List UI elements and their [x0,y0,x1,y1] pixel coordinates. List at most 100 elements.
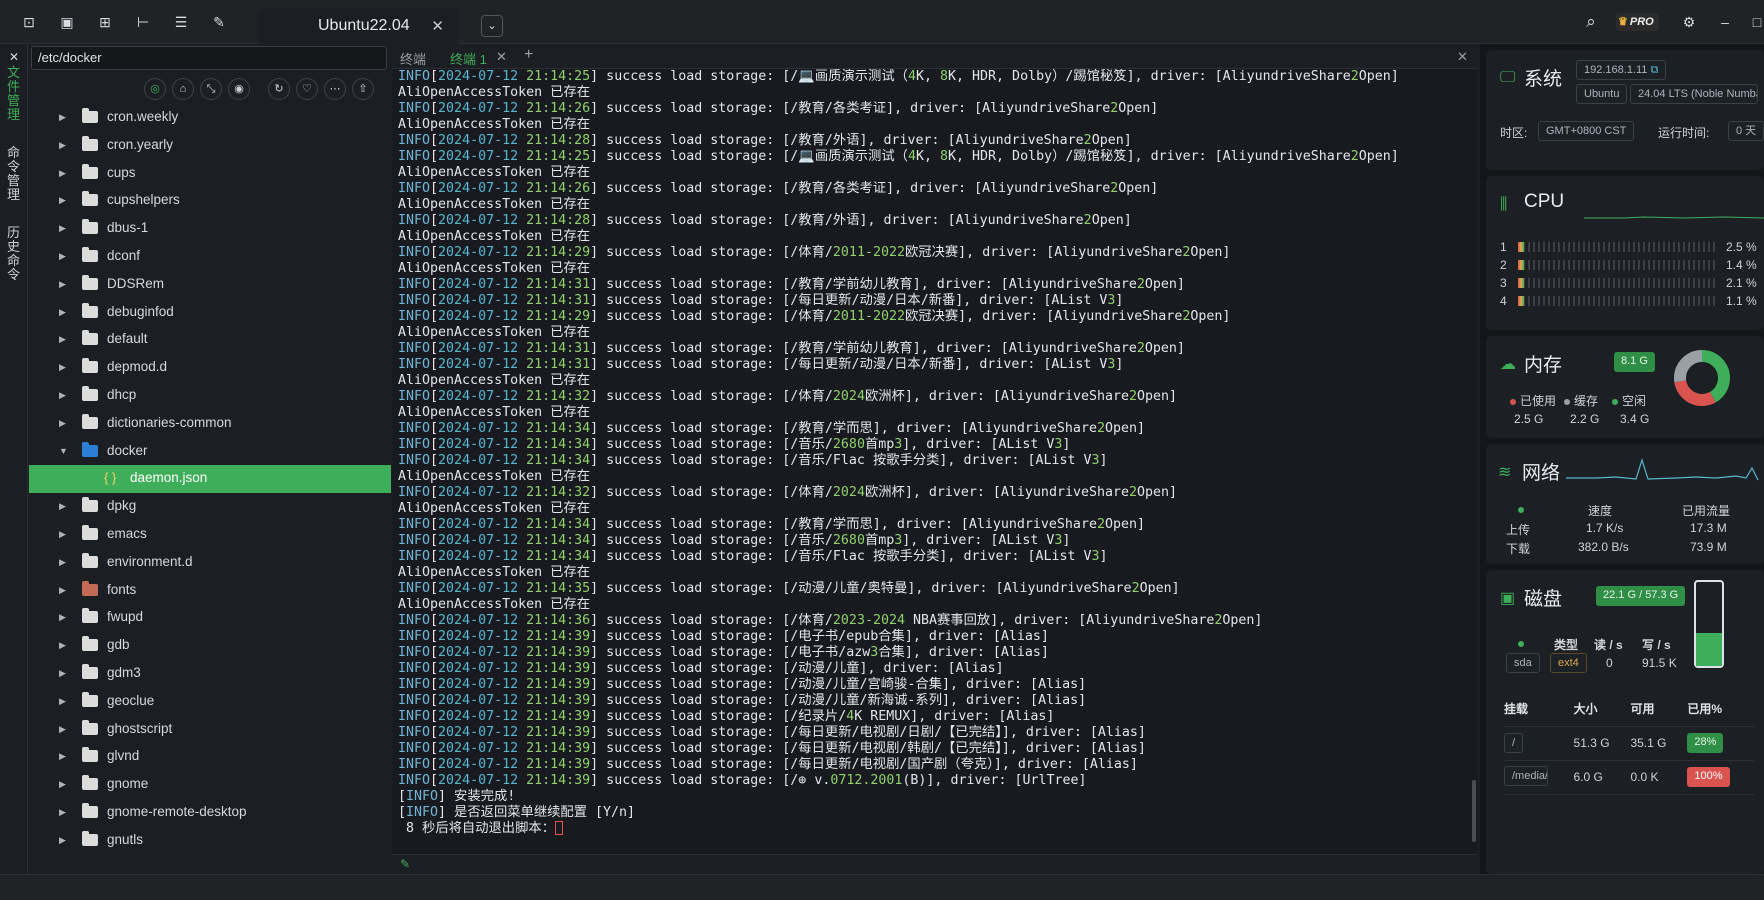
close-icon[interactable]: ✕ [1457,49,1468,65]
apps-icon[interactable]: ⊞ [96,13,114,31]
sidebar-toggle-icon[interactable]: ⊡ [20,13,38,31]
close-icon[interactable]: ✕ [496,49,507,65]
tree-item[interactable]: ▶ gnome [29,771,391,799]
disk-usage: 22.1 G / 57.3 G [1596,586,1686,606]
pro-badge[interactable]: ♛ PRO [1616,13,1659,31]
tree-icon[interactable]: ⊢ [134,13,152,31]
tree-item[interactable]: ▶ ghostscript [29,716,391,744]
tree-item[interactable]: ▶ dhcp [29,382,391,410]
tree-item[interactable]: ▶ debuginfod [29,299,391,327]
terminal-line: 8 秒后将自动退出脚本： [392,821,1477,837]
chevron-right-icon[interactable]: ▶ [59,334,66,345]
chevron-right-icon[interactable]: ▶ [59,140,66,151]
path-input[interactable]: /etc/docker [31,46,387,70]
chevron-down-icon[interactable]: ▼ [59,446,68,456]
tree-item[interactable]: ▶ cron.yearly [29,132,391,160]
tree-item[interactable]: ▶ default [29,326,391,354]
chevron-right-icon[interactable]: ▶ [59,390,66,401]
net-speed-label: 速度 [1588,504,1613,518]
chevron-right-icon[interactable]: ▶ [59,279,66,290]
tab-session[interactable]: Ubuntu22.04 ✕ [258,8,458,44]
chevron-right-icon[interactable]: ▶ [59,668,66,679]
tree-item[interactable]: ▶ gnome-remote-desktop [29,799,391,827]
chevron-right-icon[interactable]: ▶ [59,640,66,651]
terminal-scrollbar[interactable] [1472,780,1476,842]
network-title: 网络 [1522,463,1561,484]
collapse-icon[interactable]: ⤡ [200,78,222,100]
chevron-right-icon[interactable]: ▶ [59,835,66,846]
ip-badge[interactable]: 192.168.1.11 ⧉ [1576,60,1667,80]
tree-item[interactable]: ▶ glvnd [29,743,391,771]
tree-item[interactable]: ▶ cups [29,160,391,188]
tab-terminal-1[interactable]: 终端 1 [450,49,487,68]
search-icon[interactable]: ⌕ [1582,13,1600,31]
chevron-right-icon[interactable]: ▶ [59,779,66,790]
tree-item[interactable]: ▶ geoclue [29,688,391,716]
tree-item[interactable]: ▶ DDSRem [29,271,391,299]
copy-icon[interactable]: ⧉ [1650,64,1658,76]
tree-item[interactable]: ▶ gdm3 [29,660,391,688]
chevron-right-icon[interactable]: ▶ [59,362,66,373]
chevron-right-icon[interactable]: ▶ [59,112,66,123]
tree-item[interactable]: ▶ cron.weekly [29,104,391,132]
chevron-right-icon[interactable]: ▶ [59,724,66,735]
chevron-right-icon[interactable]: ▶ [59,501,66,512]
mem-used-legend: 已使用 [1510,392,1556,409]
more-icon[interactable]: ⋯ [324,78,346,100]
tree-item[interactable]: ▶ dconf [29,243,391,271]
tz-value: GMT+0800 CST [1538,121,1635,141]
chevron-right-icon[interactable]: ▶ [59,223,66,234]
chevron-right-icon[interactable]: ▶ [59,168,66,179]
terminal-output[interactable]: INFO[2024-07-12 21:14:25] success load s… [392,69,1477,854]
add-tab-icon[interactable]: + [524,46,533,64]
tree-item-selected[interactable]: { } daemon.json [29,465,391,494]
heart-icon[interactable]: ♡ [296,78,318,100]
gear-icon[interactable]: ⚙ [1680,13,1698,31]
locate-icon[interactable]: ◎ [144,78,166,100]
upload-icon[interactable]: ⇧ [352,78,374,100]
chevron-right-icon[interactable]: ▶ [59,418,66,429]
tree-item[interactable]: ▶ environment.d [29,549,391,577]
pen-icon[interactable]: ✎ [400,857,410,871]
close-icon[interactable]: ✕ [431,17,444,35]
tree-item[interactable]: ▶ dictionaries-common [29,410,391,438]
chevron-right-icon[interactable]: ▶ [59,696,66,707]
tree-item[interactable]: ▶ dpkg [29,493,391,521]
chevron-right-icon[interactable]: ▶ [59,307,66,318]
home-icon[interactable]: ⌂ [172,78,194,100]
chevron-right-icon[interactable]: ▶ [59,529,66,540]
files-icon[interactable]: ▣ [58,13,76,31]
maximize-icon[interactable]: □ [1748,13,1764,31]
tree-item-docker[interactable]: ▼ docker [29,438,391,466]
wrench-icon[interactable]: ✎ [210,13,228,31]
minimize-icon[interactable]: – [1716,13,1734,31]
chevron-right-icon[interactable]: ▶ [59,612,66,623]
chevron-right-icon[interactable]: ▶ [59,585,66,596]
chevron-right-icon[interactable]: ▶ [59,751,66,762]
tree-item[interactable]: ▶ gnutls [29,827,391,855]
chevron-down-icon[interactable]: ⌄ [481,15,503,37]
tab-terminal[interactable]: 终端 [400,49,426,68]
tree-item-label: daemon.json [130,470,208,486]
close-icon[interactable]: ✕ [5,48,23,66]
disk-avail: 35.1 G [1630,726,1688,761]
refresh-icon[interactable]: ↻ [268,78,290,100]
sidebar-item-file-manager[interactable]: 文件管理 [7,66,21,122]
tree-item[interactable]: ▶ gdb [29,632,391,660]
tree-item[interactable]: ▶ depmod.d [29,354,391,382]
tree-item[interactable]: ▶ dbus-1 [29,215,391,243]
chevron-right-icon[interactable]: ▶ [59,195,66,206]
tree-item[interactable]: ▶ fonts [29,577,391,605]
eye-icon[interactable]: ◉ [228,78,250,100]
sidebar-item-history[interactable]: 历史命令 [7,226,21,282]
chevron-right-icon[interactable]: ▶ [59,557,66,568]
folder-icon [82,775,98,791]
terminal-line: INFO[2024-07-12 21:14:29] success load s… [398,245,1231,260]
tree-item[interactable]: ▶ emacs [29,521,391,549]
list-icon[interactable]: ☰ [172,13,190,31]
chevron-right-icon[interactable]: ▶ [59,251,66,262]
tree-item[interactable]: ▶ fwupd [29,604,391,632]
sidebar-item-command-manager[interactable]: 命令管理 [7,146,21,202]
tree-item[interactable]: ▶ cupshelpers [29,187,391,215]
chevron-right-icon[interactable]: ▶ [59,807,66,818]
